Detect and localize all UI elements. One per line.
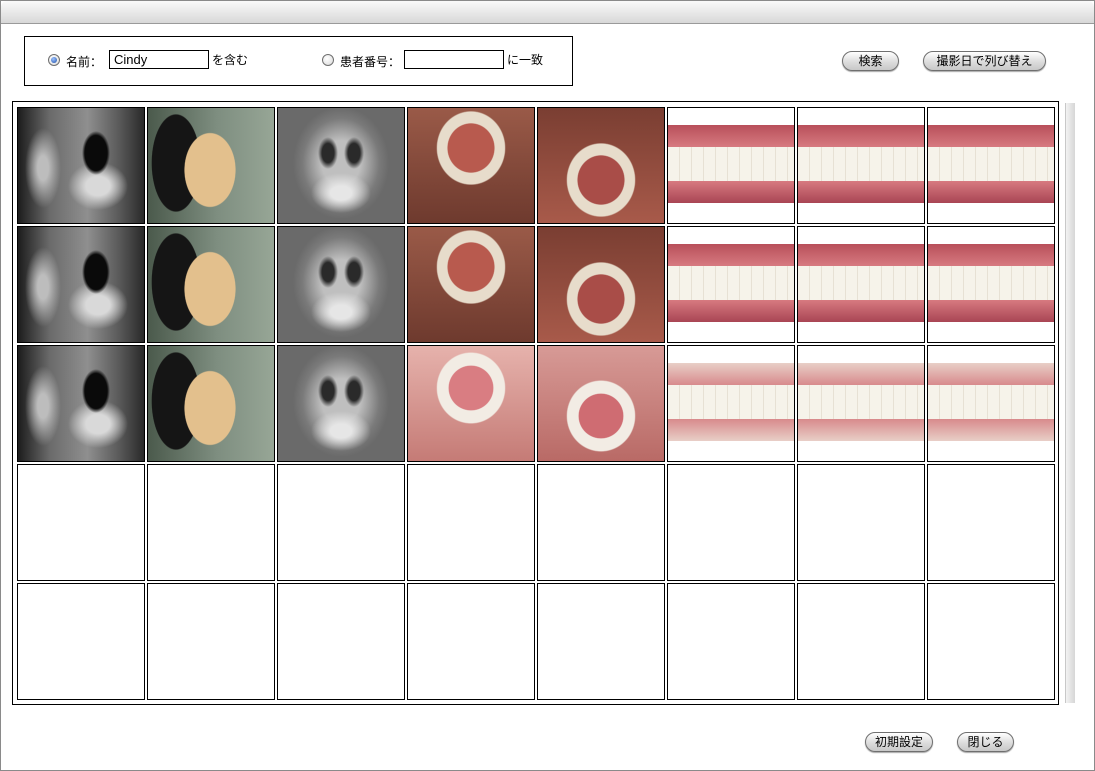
upper-occlusal-photo — [408, 227, 534, 342]
empty-image-slot[interactable] — [797, 583, 925, 700]
empty-image-slot[interactable] — [797, 464, 925, 581]
image-thumbnail-cell[interactable] — [147, 107, 275, 224]
vertical-scrollbar[interactable] — [1065, 103, 1075, 703]
image-thumbnail-cell[interactable] — [277, 345, 405, 462]
lateral-ceph-xray — [18, 108, 144, 223]
image-thumbnail-cell[interactable] — [407, 226, 535, 343]
lateral-ceph-xray — [18, 346, 144, 461]
reset-button[interactable]: 初期設定 — [865, 732, 933, 752]
image-thumbnail-cell[interactable] — [17, 226, 145, 343]
image-thumbnail-cell[interactable] — [797, 107, 925, 224]
empty-image-slot[interactable] — [17, 583, 145, 700]
empty-image-slot[interactable] — [277, 464, 405, 581]
image-thumbnail-cell[interactable] — [537, 226, 665, 343]
search-panel: 名前： を含む 患者番号： に一致 — [24, 36, 573, 86]
frontal-intraoral-photo — [798, 125, 924, 203]
empty-image-slot[interactable] — [927, 464, 1055, 581]
window-titlebar[interactable] — [1, 1, 1094, 24]
empty-image-slot[interactable] — [407, 583, 535, 700]
image-thumbnail-cell[interactable] — [147, 345, 275, 462]
facial-profile-photo — [148, 108, 274, 223]
lower-occlusal-photo — [538, 227, 664, 342]
match-label: に一致 — [507, 53, 544, 67]
image-thumbnail-cell[interactable] — [277, 226, 405, 343]
frontal-ceph-xray — [278, 227, 404, 342]
facial-profile-photo — [148, 227, 274, 342]
patient-number-radio[interactable] — [322, 54, 334, 66]
image-thumbnail-cell[interactable] — [667, 345, 795, 462]
empty-image-slot[interactable] — [147, 583, 275, 700]
left-buccal-photo — [928, 125, 1054, 203]
frontal-ceph-xray — [278, 346, 404, 461]
image-thumbnail-cell[interactable] — [667, 226, 795, 343]
right-buccal-photo — [668, 125, 794, 203]
image-thumbnail-cell[interactable] — [277, 107, 405, 224]
image-thumbnail-cell[interactable] — [927, 345, 1055, 462]
name-search-radio[interactable] — [48, 54, 60, 66]
empty-image-slot[interactable] — [667, 583, 795, 700]
right-buccal-photo — [668, 244, 794, 322]
image-thumbnail-cell[interactable] — [17, 107, 145, 224]
image-thumbnail-cell[interactable] — [537, 107, 665, 224]
empty-image-slot[interactable] — [667, 464, 795, 581]
sort-by-date-button[interactable]: 撮影日で列び替え — [923, 51, 1046, 71]
image-thumbnail-cell[interactable] — [797, 226, 925, 343]
left-buccal-photo — [928, 244, 1054, 322]
patient-number-label: 患者番号： — [340, 55, 401, 69]
patient-number-input[interactable] — [404, 50, 504, 69]
search-button[interactable]: 検索 — [842, 51, 899, 71]
empty-image-slot[interactable] — [537, 583, 665, 700]
empty-image-slot[interactable] — [927, 583, 1055, 700]
right-buccal-photo — [668, 363, 794, 441]
image-thumbnail-cell[interactable] — [407, 345, 535, 462]
upper-occlusal-photo — [408, 346, 534, 461]
frontal-intraoral-photo — [798, 363, 924, 441]
name-label: 名前： — [66, 55, 103, 69]
empty-image-slot[interactable] — [537, 464, 665, 581]
contains-label: を含む — [212, 53, 249, 67]
frontal-ceph-xray — [278, 108, 404, 223]
facial-profile-photo — [148, 346, 274, 461]
image-thumbnail-cell[interactable] — [927, 226, 1055, 343]
empty-image-slot[interactable] — [277, 583, 405, 700]
close-button[interactable]: 閉じる — [957, 732, 1014, 752]
image-browser-window: 名前： を含む 患者番号： に一致 検索 撮影日で列び替え 初期設定 閉じる — [0, 0, 1095, 771]
image-thumbnail-cell[interactable] — [147, 226, 275, 343]
image-thumbnail-cell[interactable] — [537, 345, 665, 462]
image-thumbnail-cell[interactable] — [407, 107, 535, 224]
left-buccal-photo — [928, 363, 1054, 441]
image-thumbnail-cell[interactable] — [927, 107, 1055, 224]
lateral-ceph-xray — [18, 227, 144, 342]
empty-image-slot[interactable] — [407, 464, 535, 581]
image-thumbnail-cell[interactable] — [17, 345, 145, 462]
empty-image-slot[interactable] — [147, 464, 275, 581]
empty-image-slot[interactable] — [17, 464, 145, 581]
upper-occlusal-photo — [408, 108, 534, 223]
name-input[interactable] — [109, 50, 209, 69]
lower-occlusal-photo — [538, 108, 664, 223]
frontal-intraoral-photo — [798, 244, 924, 322]
image-thumbnail-cell[interactable] — [797, 345, 925, 462]
image-thumbnail-cell[interactable] — [667, 107, 795, 224]
lower-occlusal-photo — [538, 346, 664, 461]
